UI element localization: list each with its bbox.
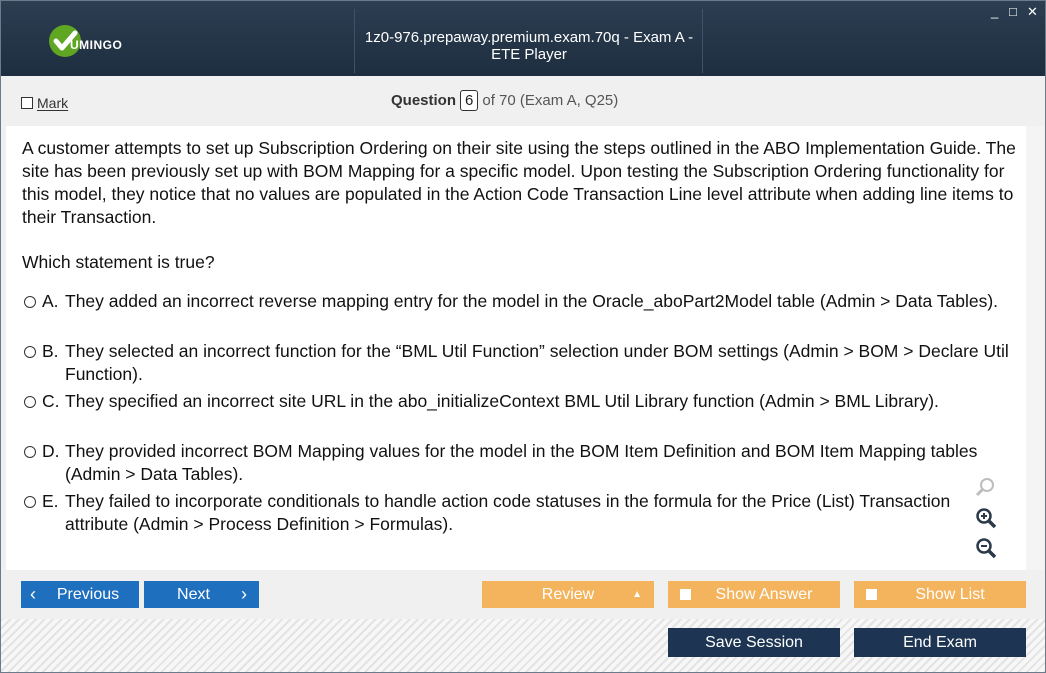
- close-button[interactable]: ✕: [1027, 5, 1038, 19]
- option-letter: C.: [42, 391, 60, 411]
- show-answer-label: Show Answer: [715, 586, 813, 603]
- question-header: Mark Question 6 of 70 (Exam A, Q25): [1, 76, 1045, 126]
- maximize-button[interactable]: □: [1009, 5, 1017, 19]
- vumingo-logo: UMINGO: [49, 25, 149, 57]
- question-indicator: Question 6 of 70 (Exam A, Q25): [391, 90, 618, 111]
- option-text: They specified an incorrect site URL in …: [65, 391, 939, 411]
- next-button[interactable]: Next ›: [144, 581, 259, 608]
- radio-icon[interactable]: [24, 346, 36, 358]
- question-number-input[interactable]: 6: [460, 90, 479, 111]
- option-text: They provided incorrect BOM Mapping valu…: [65, 441, 978, 484]
- logo-text: UMINGO: [70, 38, 123, 52]
- question-label: Question: [391, 92, 457, 109]
- checkbox-icon: [21, 97, 33, 109]
- navigation-bar: ‹ Previous Next › Review ▲ Show Answer S…: [1, 571, 1045, 619]
- option-text: They selected an incorrect function for …: [65, 341, 1009, 384]
- option-text: They failed to incorporate conditionals …: [65, 491, 951, 534]
- chevron-left-icon: ‹: [30, 584, 36, 604]
- title-bar: UMINGO 1z0-976.prepaway.premium.exam.70q…: [1, 1, 1045, 76]
- option-letter: B.: [42, 341, 59, 361]
- window-title: 1z0-976.prepaway.premium.exam.70q - Exam…: [364, 29, 694, 63]
- option-letter: A.: [42, 291, 59, 311]
- end-exam-button[interactable]: End Exam: [854, 628, 1026, 657]
- mark-label: Mark: [37, 95, 69, 111]
- show-list-label: Show List: [915, 586, 985, 603]
- scrollbar[interactable]: [1026, 126, 1044, 570]
- next-label: Next: [177, 586, 210, 603]
- show-answer-button[interactable]: Show Answer: [668, 581, 840, 608]
- question-text: A customer attempts to set up Subscripti…: [22, 138, 1016, 227]
- ete-player-window: UMINGO 1z0-976.prepaway.premium.exam.70q…: [0, 0, 1046, 673]
- radio-icon[interactable]: [24, 446, 36, 458]
- triangle-up-icon: ▲: [632, 589, 642, 600]
- show-list-button[interactable]: Show List: [854, 581, 1026, 608]
- radio-icon[interactable]: [24, 296, 36, 308]
- previous-label: Previous: [56, 586, 120, 603]
- zoom-out-icon[interactable]: [974, 536, 998, 560]
- review-label: Review: [541, 586, 595, 603]
- minimize-button[interactable]: _: [991, 5, 998, 19]
- question-total: of 70 (Exam A, Q25): [482, 92, 619, 109]
- zoom-in-icon[interactable]: [974, 506, 998, 530]
- save-session-button[interactable]: Save Session: [668, 628, 840, 657]
- option-letter: E.: [42, 491, 59, 511]
- footer-bar: Save Session End Exam: [1, 619, 1045, 672]
- radio-icon[interactable]: [24, 496, 36, 508]
- chevron-right-icon: ›: [241, 584, 247, 604]
- checkbox-icon: [866, 589, 877, 600]
- option-text: They added an incorrect reverse mapping …: [65, 291, 999, 311]
- question-panel: A customer attempts to set up Subscripti…: [6, 126, 1044, 570]
- previous-button[interactable]: ‹ Previous: [21, 581, 139, 608]
- checkbox-icon: [680, 589, 691, 600]
- review-button[interactable]: Review ▲: [482, 581, 654, 608]
- option-letter: D.: [42, 441, 60, 461]
- zoom-reset-icon[interactable]: [974, 476, 998, 500]
- radio-icon[interactable]: [24, 396, 36, 408]
- question-prompt: Which statement is true?: [22, 252, 215, 272]
- mark-checkbox[interactable]: Mark: [21, 95, 68, 111]
